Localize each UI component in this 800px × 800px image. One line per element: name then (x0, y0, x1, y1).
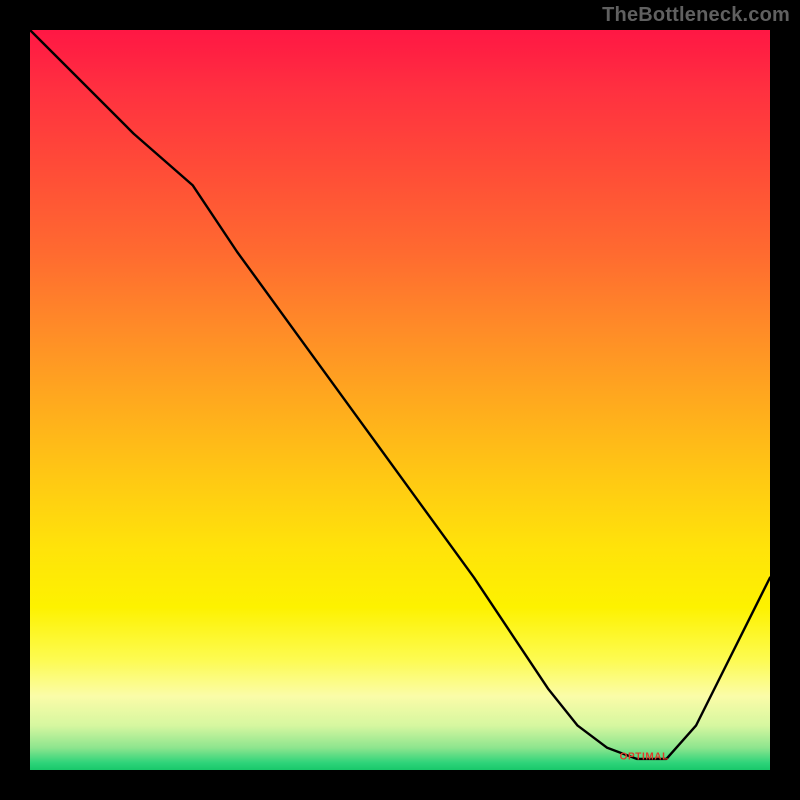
attribution-text: TheBottleneck.com (602, 4, 790, 27)
chart-container: TheBottleneck.com OPTIMAL (0, 0, 800, 800)
bottleneck-curve (30, 30, 770, 770)
optimal-label: OPTIMAL (620, 751, 669, 762)
plot-area: OPTIMAL (30, 30, 770, 770)
